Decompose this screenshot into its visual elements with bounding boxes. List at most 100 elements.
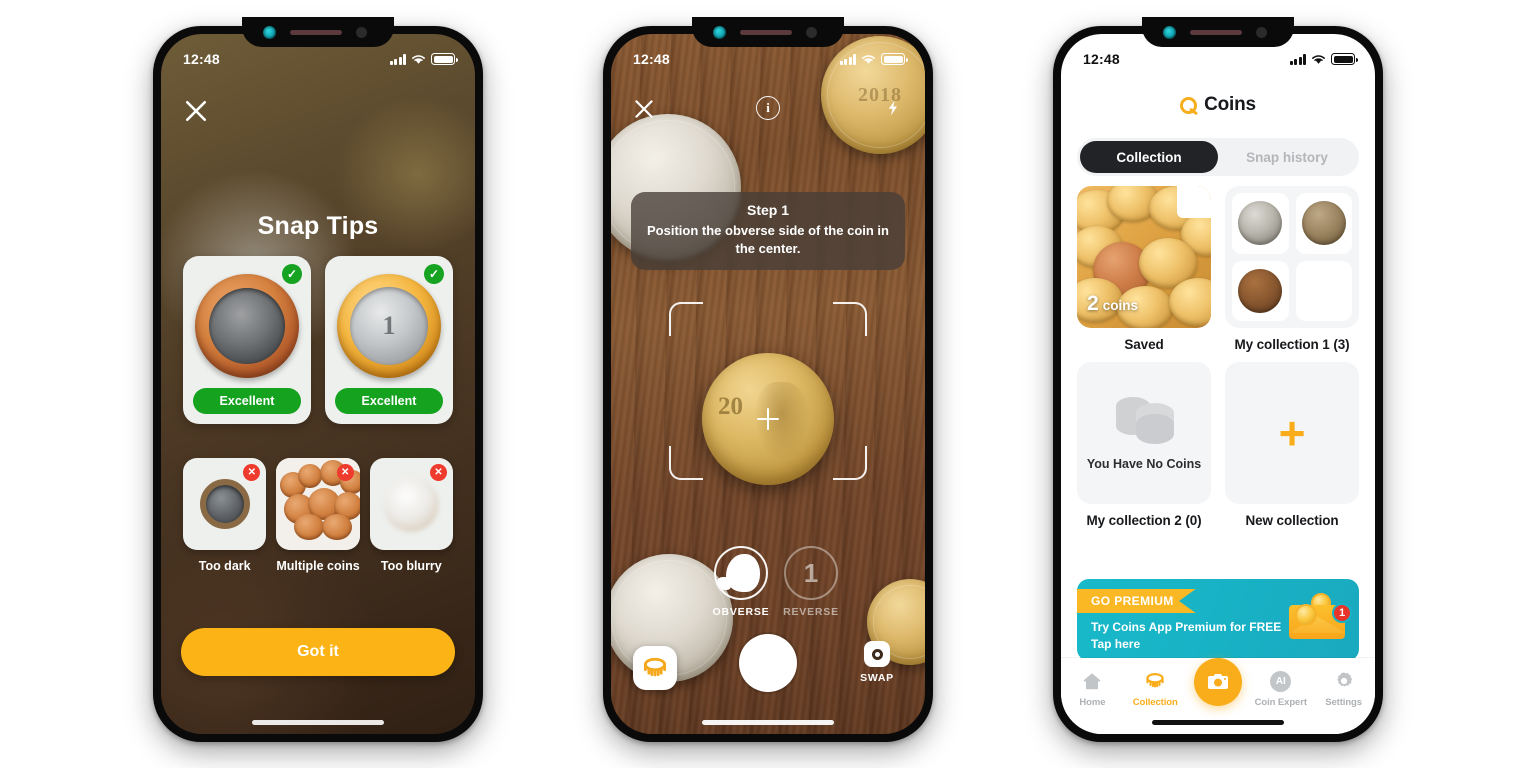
info-icon[interactable]: i [756, 96, 780, 120]
empty-state: You Have No Coins [1077, 362, 1211, 504]
swap-label: SWAP [860, 672, 894, 684]
dark-coin-image [199, 479, 250, 529]
screen-collection: 12:48 Coins Collection Snap history 2 co… [1061, 34, 1375, 734]
quality-badge: Excellent [193, 388, 301, 414]
tab-home[interactable]: Home [1061, 670, 1124, 708]
status-indicators [1289, 53, 1358, 65]
tab-camera[interactable] [1187, 658, 1250, 711]
saved-thumbnail: 2 coins [1077, 186, 1211, 328]
coin-thumb-copper [1238, 268, 1283, 313]
quality-badge: Excellent [335, 388, 443, 414]
phone-snap-tips: 12:48 Snap Tips ✓ Excellent ✓ 1 Excellen… [153, 17, 483, 742]
instruction-tooltip: Step 1 Position the obverse side of the … [631, 192, 905, 271]
signal-bars-icon [389, 53, 406, 65]
tab-collection[interactable]: Collection [1124, 670, 1187, 708]
bad-examples-row: ✕ Too dark ✕ Multiple coins ✕ Too blurry [183, 458, 453, 573]
got-it-button[interactable]: Got it [181, 628, 455, 676]
good-example-card[interactable]: ✓ Excellent [183, 256, 311, 424]
screenshot-stage: 12:48 Snap Tips ✓ Excellent ✓ 1 Excellen… [0, 0, 1536, 768]
coin-profile-icon [717, 554, 760, 592]
cross-icon: ✕ [429, 464, 447, 481]
camera-icon[interactable] [1193, 658, 1242, 706]
blurry-coin-image [383, 476, 440, 532]
status-time: 12:48 [633, 51, 670, 67]
check-icon: ✓ [282, 264, 302, 284]
wifi-icon [412, 55, 425, 64]
front-camera-icon [1163, 25, 1176, 39]
mini-coin-cell [1232, 260, 1289, 321]
flash-icon[interactable] [885, 96, 903, 120]
home-icon [1081, 670, 1103, 692]
promo-line-2: Tap here [1091, 637, 1141, 651]
framing-corner-bottom-left [669, 446, 703, 480]
collection-caption: My collection 1 (3) [1234, 337, 1350, 352]
collection-thumbnail-grid [1225, 186, 1359, 328]
go-premium-banner[interactable]: GO PREMIUM Try Coins App Premium for FRE… [1077, 579, 1359, 661]
proximity-sensor [356, 26, 367, 38]
coin-logo-icon [1180, 96, 1198, 114]
envelope-coins-icon: 1 [1289, 593, 1352, 639]
collection-card-saved[interactable]: 2 coins Saved [1077, 186, 1211, 352]
gear-icon [1333, 670, 1355, 692]
premium-ribbon: GO PREMIUM [1077, 589, 1196, 613]
coin-stack-icon [1114, 395, 1174, 444]
tab-label: Settings [1325, 697, 1362, 708]
shutter-button[interactable] [739, 634, 797, 692]
close-icon[interactable] [181, 96, 211, 126]
earpiece-speaker [1190, 29, 1242, 35]
promo-line-1: Try Coins App Premium for FREE [1091, 620, 1282, 634]
screen-camera: 2018 20 12:48 i Step 1 Position the obve… [611, 34, 925, 734]
plus-icon: + [1278, 407, 1306, 459]
obverse-slot-button[interactable] [714, 546, 768, 600]
bad-example-multiple-coins[interactable]: ✕ Multiple coins [276, 458, 360, 573]
collection-card-my-collection-1[interactable]: My collection 1 (3) [1225, 186, 1359, 352]
swap-camera-button[interactable]: SWAP [853, 641, 901, 684]
signal-bars-icon [1289, 53, 1306, 65]
good-example-card[interactable]: ✓ 1 Excellent [325, 256, 453, 424]
cross-icon: ✕ [336, 464, 354, 481]
reverse-slot-button[interactable]: 1 [784, 546, 838, 600]
page-title: Coins [1204, 94, 1256, 115]
status-time: 12:48 [1083, 51, 1120, 67]
tooltip-step-text: Position the obverse side of the coin in… [647, 223, 889, 256]
mini-coin-cell [1232, 193, 1289, 254]
tooltip-step-title: Step 1 [746, 202, 789, 218]
coin-glyph [1295, 604, 1317, 626]
segmented-tabs: Collection Snap history [1077, 138, 1359, 176]
earpiece-speaker [740, 29, 792, 35]
tab-settings[interactable]: Settings [1312, 670, 1375, 708]
home-indicator [1152, 720, 1284, 725]
home-indicator [252, 720, 384, 725]
proximity-sensor [1256, 26, 1267, 38]
coin-app-icon[interactable] [633, 646, 677, 690]
coin-thumb-quarter-reverse [1301, 201, 1346, 246]
tab-label: Coin Expert [1254, 697, 1307, 708]
battery-icon [881, 53, 908, 65]
app-header: Coins [1061, 84, 1375, 126]
collection-caption: My collection 2 (0) [1086, 513, 1202, 528]
framing-corner-bottom-right [833, 446, 867, 480]
collection-card-my-collection-2[interactable]: You Have No Coins My collection 2 (0) [1077, 362, 1211, 528]
mini-coin-cell-empty [1295, 260, 1352, 321]
coin-count: 2 coins [1087, 292, 1138, 316]
bad-example-too-blurry[interactable]: ✕ Too blurry [369, 458, 453, 573]
tab-snap-history[interactable]: Snap history [1218, 141, 1356, 173]
coin-image-reverse: 1 [337, 274, 441, 378]
wifi-icon [862, 55, 875, 64]
bad-example-too-dark[interactable]: ✕ Too dark [183, 458, 267, 573]
coin-thumb-quarter-obverse [1238, 201, 1283, 246]
signal-bars-icon [839, 53, 856, 65]
coin-face-value: 1 [382, 311, 396, 340]
phone-notch [1142, 17, 1294, 47]
check-icon: ✓ [424, 264, 444, 284]
status-time: 12:48 [183, 51, 220, 67]
close-icon[interactable] [631, 96, 657, 122]
proximity-sensor [806, 26, 817, 38]
collection-card-new[interactable]: + New collection [1225, 362, 1359, 528]
framing-corner-top-left [669, 302, 703, 336]
tab-coin-expert[interactable]: AI Coin Expert [1249, 670, 1312, 708]
tab-collection[interactable]: Collection [1080, 141, 1218, 173]
screen-snap-tips: 12:48 Snap Tips ✓ Excellent ✓ 1 Excellen… [161, 34, 475, 734]
tab-label: Collection [1132, 697, 1178, 708]
bad-example-label: Too blurry [380, 559, 442, 573]
